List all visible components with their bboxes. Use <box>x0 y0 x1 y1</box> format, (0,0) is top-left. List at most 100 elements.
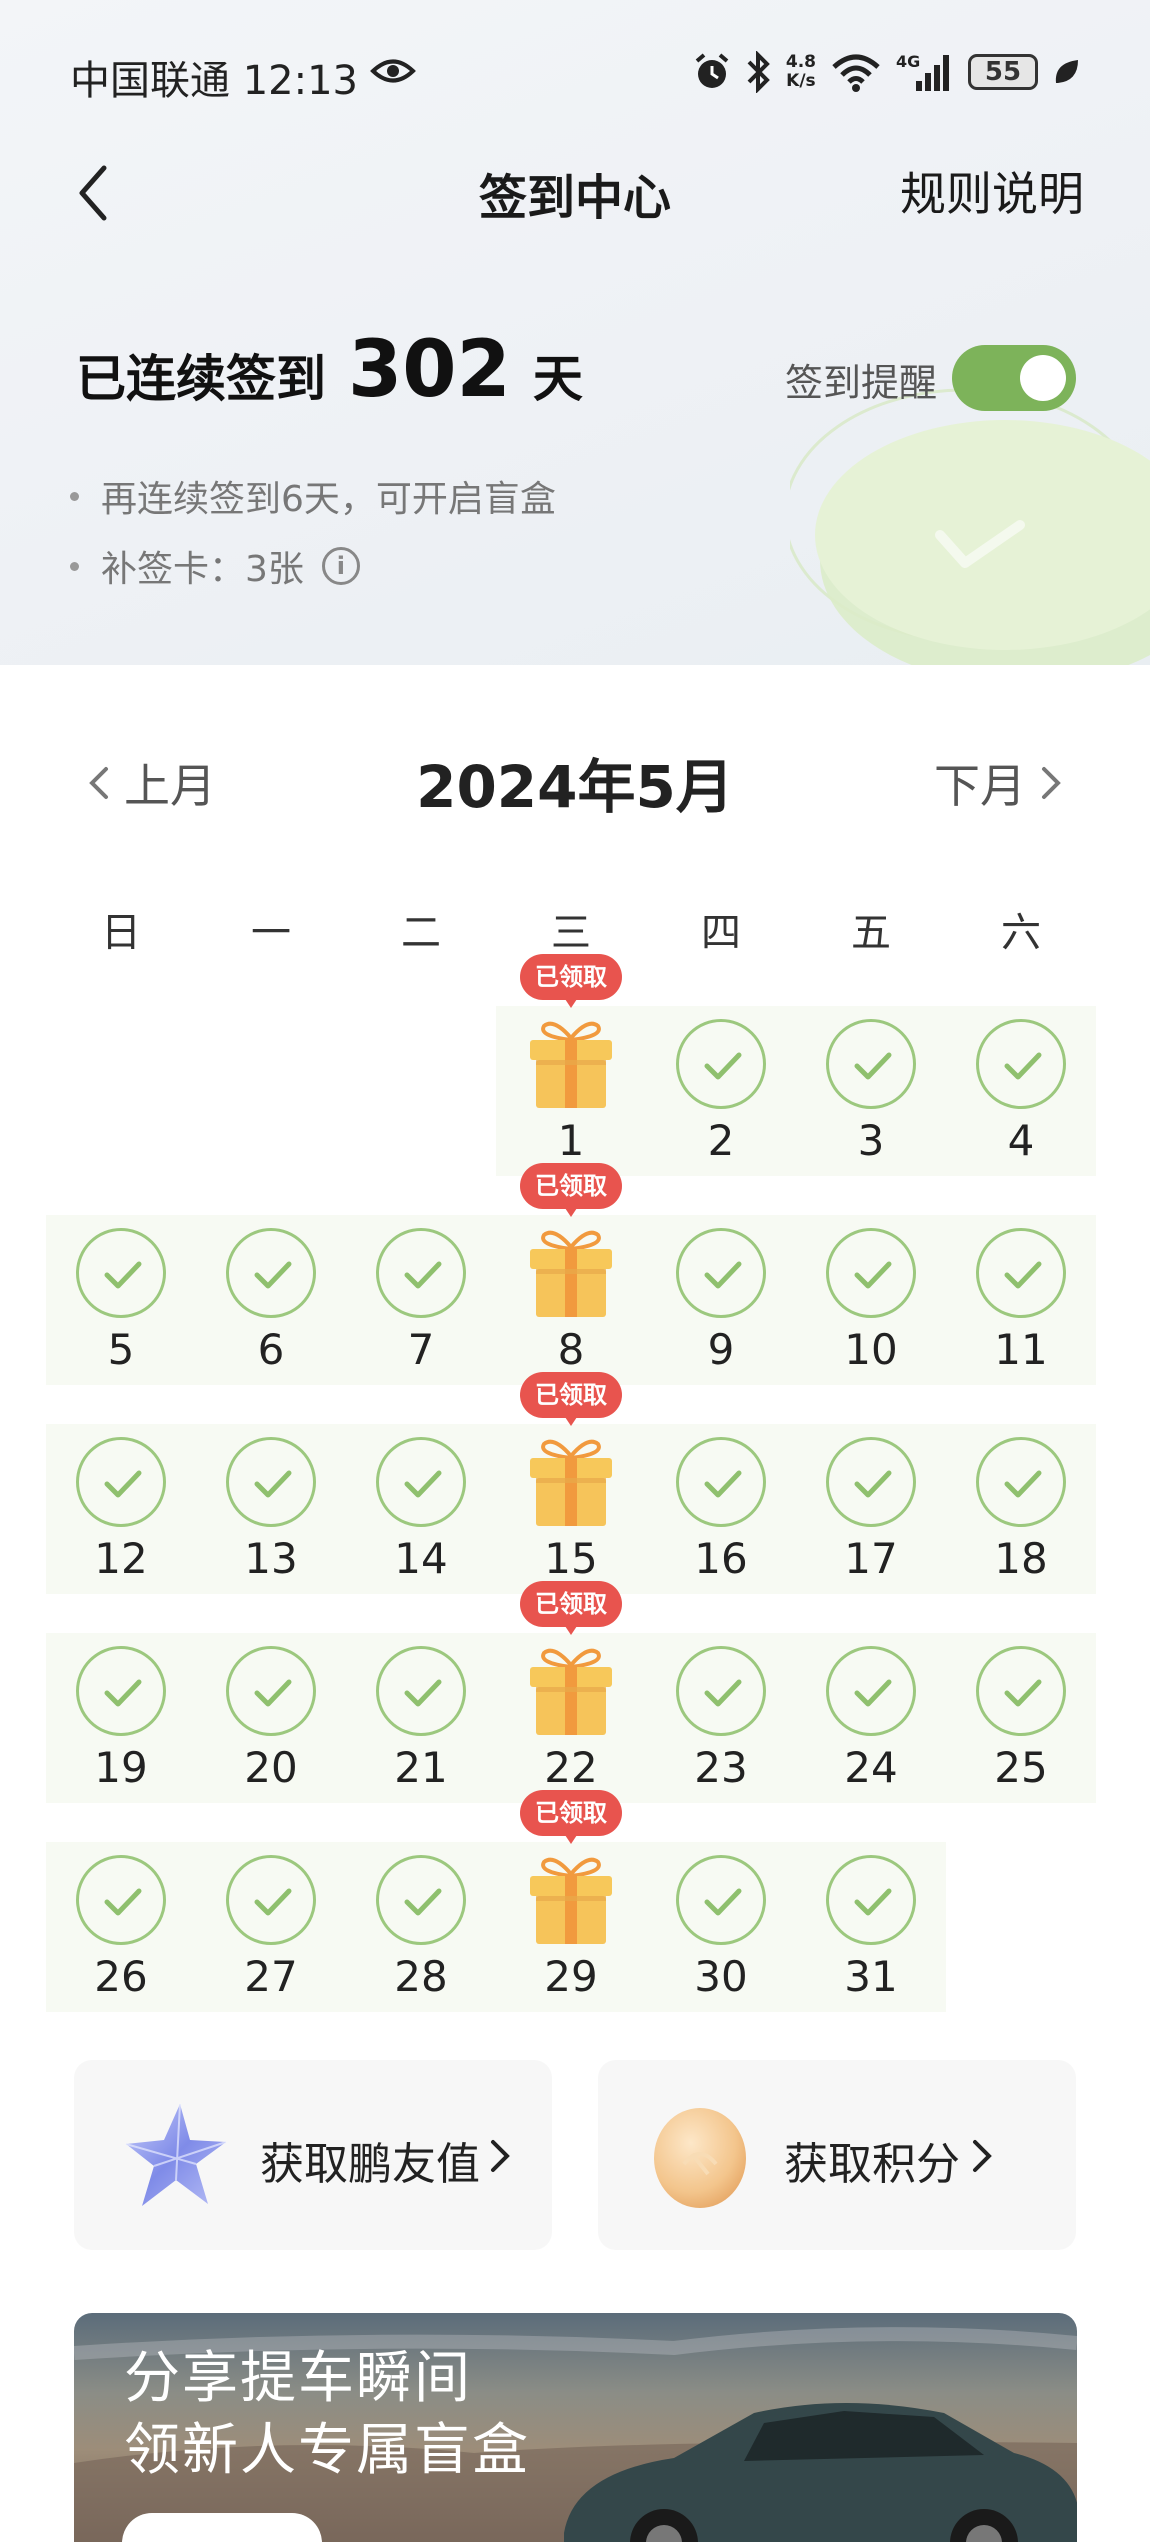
day-number: 27 <box>244 1952 298 2001</box>
svg-text:4G: 4G <box>896 52 920 71</box>
checkin-coin-decoration <box>790 388 1150 665</box>
calendar-day[interactable]: 已领取 1 <box>496 954 646 1176</box>
calendar-day[interactable]: 12 <box>46 1424 196 1594</box>
calendar-day[interactable]: 16 <box>646 1424 796 1594</box>
day-number: 23 <box>694 1743 748 1792</box>
checked-in-icon <box>376 1855 466 1945</box>
reminder-toggle[interactable] <box>952 345 1076 411</box>
streak-suffix: 天 <box>532 350 583 408</box>
checked-in-icon <box>76 1855 166 1945</box>
claimed-badge: 已领取 <box>520 1163 622 1217</box>
points-label: 获取积分 <box>784 2139 960 2190</box>
day-number: 9 <box>707 1325 735 1374</box>
bullet-dot <box>70 491 79 501</box>
status-time: 12:13 <box>242 58 358 104</box>
day-number: 19 <box>94 1743 148 1792</box>
calendar-day[interactable]: 6 <box>196 1215 346 1385</box>
calendar-day[interactable]: 27 <box>196 1842 346 2012</box>
calendar-day[interactable]: 18 <box>946 1424 1096 1594</box>
calendar-day[interactable]: 9 <box>646 1215 796 1385</box>
checked-in-icon <box>676 1228 766 1318</box>
checked-in-icon <box>976 1646 1066 1736</box>
star-icon <box>125 2103 227 2206</box>
calendar-day[interactable]: 已领取 15 <box>496 1372 646 1594</box>
bluetooth-icon <box>747 51 770 93</box>
day-number: 5 <box>107 1325 135 1374</box>
calendar-day[interactable]: 25 <box>946 1633 1096 1803</box>
day-number: 11 <box>994 1325 1048 1374</box>
day-number: 6 <box>257 1325 285 1374</box>
day-number: 24 <box>844 1743 898 1792</box>
calendar-day[interactable]: 26 <box>46 1842 196 2012</box>
cellular-signal-icon: 4G <box>896 52 949 91</box>
rules-link[interactable]: 规则说明 <box>900 158 1084 224</box>
points-card[interactable]: 获取积分 <box>598 2060 1076 2250</box>
calendar-day[interactable]: 10 <box>796 1215 946 1385</box>
calendar-day[interactable]: 31 <box>796 1842 946 2012</box>
battery-indicator: 55 <box>968 54 1038 90</box>
calendar-day[interactable]: 14 <box>346 1424 496 1594</box>
info-icon[interactable]: i <box>321 547 360 585</box>
friend-value-card[interactable]: 获取鹏友值 <box>74 2060 552 2250</box>
checked-in-icon <box>376 1646 466 1736</box>
month-navigation: 上月 2024年5月 下月 <box>0 730 1150 830</box>
calendar-day[interactable]: 4 <box>946 1006 1096 1176</box>
day-number: 7 <box>407 1325 435 1374</box>
calendar-day[interactable]: 17 <box>796 1424 946 1594</box>
checked-in-icon <box>676 1646 766 1736</box>
alarm-icon <box>695 53 729 88</box>
checked-in-icon <box>76 1228 166 1318</box>
gift-box-icon <box>530 1230 612 1317</box>
gift-box-icon <box>530 1021 612 1108</box>
calendar-day[interactable]: 28 <box>346 1842 496 2012</box>
calendar-day[interactable]: 已领取 22 <box>496 1581 646 1803</box>
calendar-day[interactable]: 20 <box>196 1633 346 1803</box>
calendar-day[interactable]: 11 <box>946 1215 1096 1385</box>
gift-box-icon <box>530 1648 612 1735</box>
day-number: 28 <box>394 1952 448 2001</box>
checked-in-icon <box>226 1228 316 1318</box>
day-number: 26 <box>94 1952 148 2001</box>
net-speed-unit: K/s <box>786 71 816 91</box>
header-hero: 中国联通 12:13 4.8 K/s 4G 55 签到中心 规则说明 已连续签到… <box>0 0 1150 665</box>
banner-title-line2: 领新人专属盲盒 <box>124 2418 530 2483</box>
checked-in-icon <box>976 1437 1066 1527</box>
calendar-day[interactable]: 3 <box>796 1006 946 1176</box>
calendar-day[interactable]: 24 <box>796 1633 946 1803</box>
leaf-icon <box>1055 60 1078 83</box>
checked-in-icon <box>826 1855 916 1945</box>
calendar-day[interactable]: 2 <box>646 1006 796 1176</box>
hint-text: 补签卡：3张 <box>101 549 304 590</box>
banner-title-line1: 分享提车瞬间 <box>124 2346 472 2411</box>
promo-banner[interactable]: 分享提车瞬间 领新人专属盲盒 <box>74 2313 1077 2542</box>
checked-in-icon <box>226 1437 316 1527</box>
calendar-day[interactable]: 19 <box>46 1633 196 1803</box>
calendar-day[interactable]: 23 <box>646 1633 796 1803</box>
calendar-day[interactable]: 已领取 8 <box>496 1163 646 1385</box>
calendar-day[interactable]: 7 <box>346 1215 496 1385</box>
weekday-label: 四 <box>701 910 741 956</box>
checked-in-icon <box>676 1855 766 1945</box>
day-number: 30 <box>694 1952 748 2001</box>
banner-cta-button[interactable] <box>122 2513 322 2542</box>
chevron-right-icon <box>491 2140 510 2172</box>
day-number: 25 <box>994 1743 1048 1792</box>
next-month-button[interactable]: 下月 <box>934 750 1066 816</box>
gift-box-icon <box>530 1439 612 1526</box>
calendar-day[interactable]: 21 <box>346 1633 496 1803</box>
day-number: 16 <box>694 1534 748 1583</box>
streak-days: 302 <box>348 325 511 415</box>
checked-in-icon <box>976 1228 1066 1318</box>
calendar-day[interactable]: 已领取 29 <box>496 1790 646 2012</box>
chevron-right-icon <box>1042 767 1061 799</box>
calendar-day[interactable]: 30 <box>646 1842 796 2012</box>
day-number: 13 <box>244 1534 298 1583</box>
reminder-label: 签到提醒 <box>785 361 938 405</box>
chevron-right-icon <box>973 2140 992 2172</box>
weekday-label: 日 <box>101 910 141 956</box>
day-number: 8 <box>557 1325 585 1374</box>
weekday-label: 三 <box>551 910 591 956</box>
calendar-day[interactable]: 13 <box>196 1424 346 1594</box>
coin-icon <box>654 2108 746 2208</box>
calendar-day[interactable]: 5 <box>46 1215 196 1385</box>
